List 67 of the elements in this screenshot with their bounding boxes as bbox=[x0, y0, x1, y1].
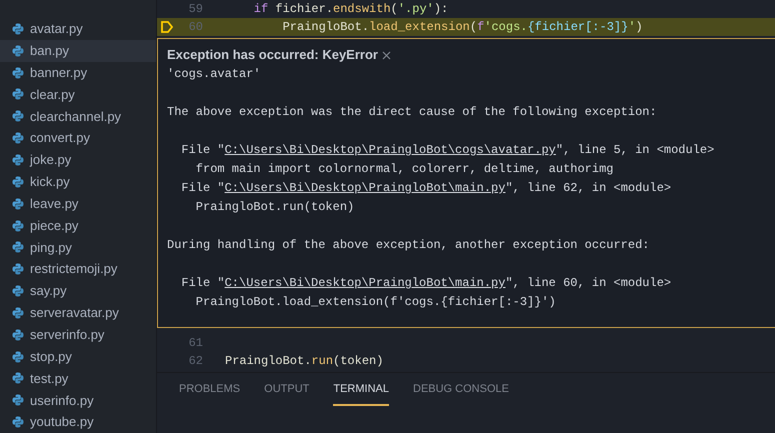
file-item[interactable]: youtube.py bbox=[0, 411, 156, 433]
python-file-icon bbox=[12, 66, 24, 79]
python-file-icon bbox=[12, 263, 24, 276]
file-item[interactable]: joke.py bbox=[0, 149, 156, 171]
python-file-icon bbox=[12, 132, 24, 144]
file-item[interactable]: clear.py bbox=[0, 84, 156, 106]
file-item[interactable]: clearchannel.py bbox=[0, 105, 156, 128]
file-path-link[interactable]: C:\Users\Bi\Desktop\PraingloBot\main.py bbox=[224, 274, 506, 293]
file-item[interactable]: stop.py bbox=[0, 346, 156, 368]
python-file-icon bbox=[12, 394, 24, 406]
traceback-text: from main import colornormal, colorerr, deltime, authorimg bbox=[194, 161, 614, 178]
file-item[interactable]: serveravatar.py bbox=[0, 302, 156, 324]
traceback-text: File " bbox=[180, 180, 225, 197]
python-file-icon bbox=[12, 350, 24, 363]
traceback-text: File " bbox=[180, 275, 225, 292]
traceback-text: ", line 60, in <module> bbox=[505, 275, 672, 292]
exception-message: 'cogs.avatar' bbox=[167, 66, 262, 83]
python-file-icon bbox=[12, 154, 24, 166]
panel-tab[interactable]: OUTPUT bbox=[264, 381, 310, 406]
file-path-link[interactable]: C:\Users\Bi\Desktop\PraingloBot\main.py bbox=[224, 179, 506, 198]
file-item[interactable]: test.py bbox=[0, 368, 156, 390]
traceback-text: PraingloBot.load_extension(f'cogs.{fichier[:-3]}') bbox=[194, 294, 556, 311]
python-file-icon bbox=[12, 372, 24, 384]
python-file-icon bbox=[12, 22, 24, 35]
python-file-icon bbox=[12, 241, 24, 254]
file-item[interactable]: userinfo.py bbox=[0, 389, 156, 412]
close-icon[interactable] bbox=[382, 50, 391, 60]
python-file-icon bbox=[12, 176, 24, 188]
exception-title: Exception has occurred: KeyError bbox=[167, 46, 378, 64]
traceback-text: File " bbox=[180, 142, 225, 159]
file-item[interactable]: kick.py bbox=[0, 170, 156, 193]
file-item[interactable]: avatar.py bbox=[0, 18, 156, 40]
panel-tab[interactable]: PROBLEMS bbox=[179, 381, 240, 406]
line-number: 61 bbox=[188, 335, 204, 352]
python-file-icon bbox=[12, 416, 24, 428]
file-item[interactable]: restrictemoji.py bbox=[0, 258, 156, 280]
file-path-link[interactable]: C:\Users\Bi\Desktop\PraingloBot\cogs\avatar.py bbox=[224, 141, 556, 160]
file-item[interactable]: say.py bbox=[0, 280, 156, 302]
python-file-icon bbox=[12, 198, 24, 210]
file-item[interactable]: serverinfo.py bbox=[0, 324, 156, 346]
file-item[interactable]: leave.py bbox=[0, 192, 156, 215]
code-text: if fichier.endswith('.py'): bbox=[252, 1, 448, 18]
line-number: 60 bbox=[188, 19, 204, 36]
traceback-text: PraingloBot.run(token) bbox=[194, 199, 354, 216]
python-file-icon bbox=[12, 306, 24, 319]
file-item[interactable]: piece.py bbox=[0, 214, 156, 236]
python-file-icon bbox=[12, 220, 24, 232]
python-file-icon bbox=[12, 88, 24, 100]
traceback-text: ", line 62, in <module> bbox=[505, 180, 672, 197]
line-number: 62 bbox=[188, 353, 204, 370]
panel-tab[interactable]: TERMINAL bbox=[333, 381, 389, 406]
file-item[interactable]: ban.py bbox=[0, 40, 156, 62]
traceback-text: During handling of the above exception, another exception occurred: bbox=[167, 237, 650, 254]
traceback-text: ", line 5, in <module> bbox=[556, 142, 714, 159]
code-text: PraingloBot.load_extension(f'cogs.{fichier[:-3]}') bbox=[282, 19, 643, 36]
line-number: 59 bbox=[188, 1, 204, 18]
python-file-icon bbox=[12, 44, 24, 57]
file-item[interactable]: ping.py bbox=[0, 236, 156, 258]
python-file-icon bbox=[12, 285, 24, 298]
panel-tab[interactable]: DEBUG CONSOLE bbox=[413, 381, 509, 406]
traceback-text: The above exception was the direct cause of the following exception: bbox=[167, 104, 657, 121]
file-item[interactable]: banner.py bbox=[0, 62, 156, 84]
file-item[interactable]: convert.py bbox=[0, 127, 156, 150]
breakpoint-arrow-icon bbox=[160, 20, 174, 34]
code-text: PraingloBot.run(token) bbox=[224, 353, 384, 370]
python-file-icon bbox=[12, 328, 24, 341]
python-file-icon bbox=[12, 110, 24, 122]
